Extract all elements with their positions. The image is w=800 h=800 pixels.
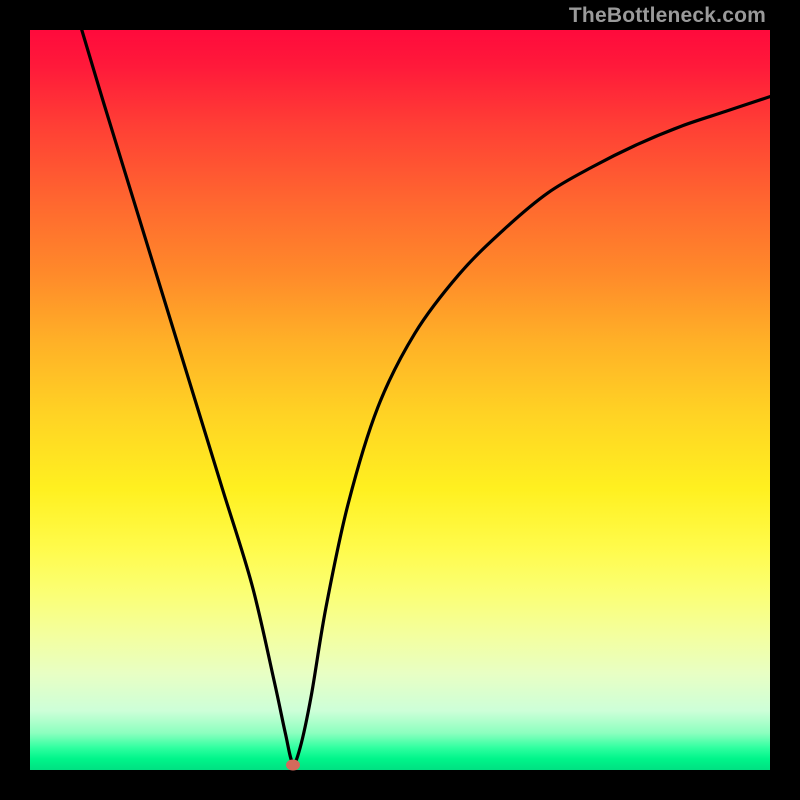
chart-frame: TheBottleneck.com bbox=[0, 0, 800, 800]
curve-svg bbox=[30, 30, 770, 770]
optimal-point-marker bbox=[286, 759, 300, 770]
plot-area bbox=[30, 30, 770, 770]
watermark-text: TheBottleneck.com bbox=[569, 4, 766, 28]
bottleneck-curve bbox=[82, 30, 770, 763]
